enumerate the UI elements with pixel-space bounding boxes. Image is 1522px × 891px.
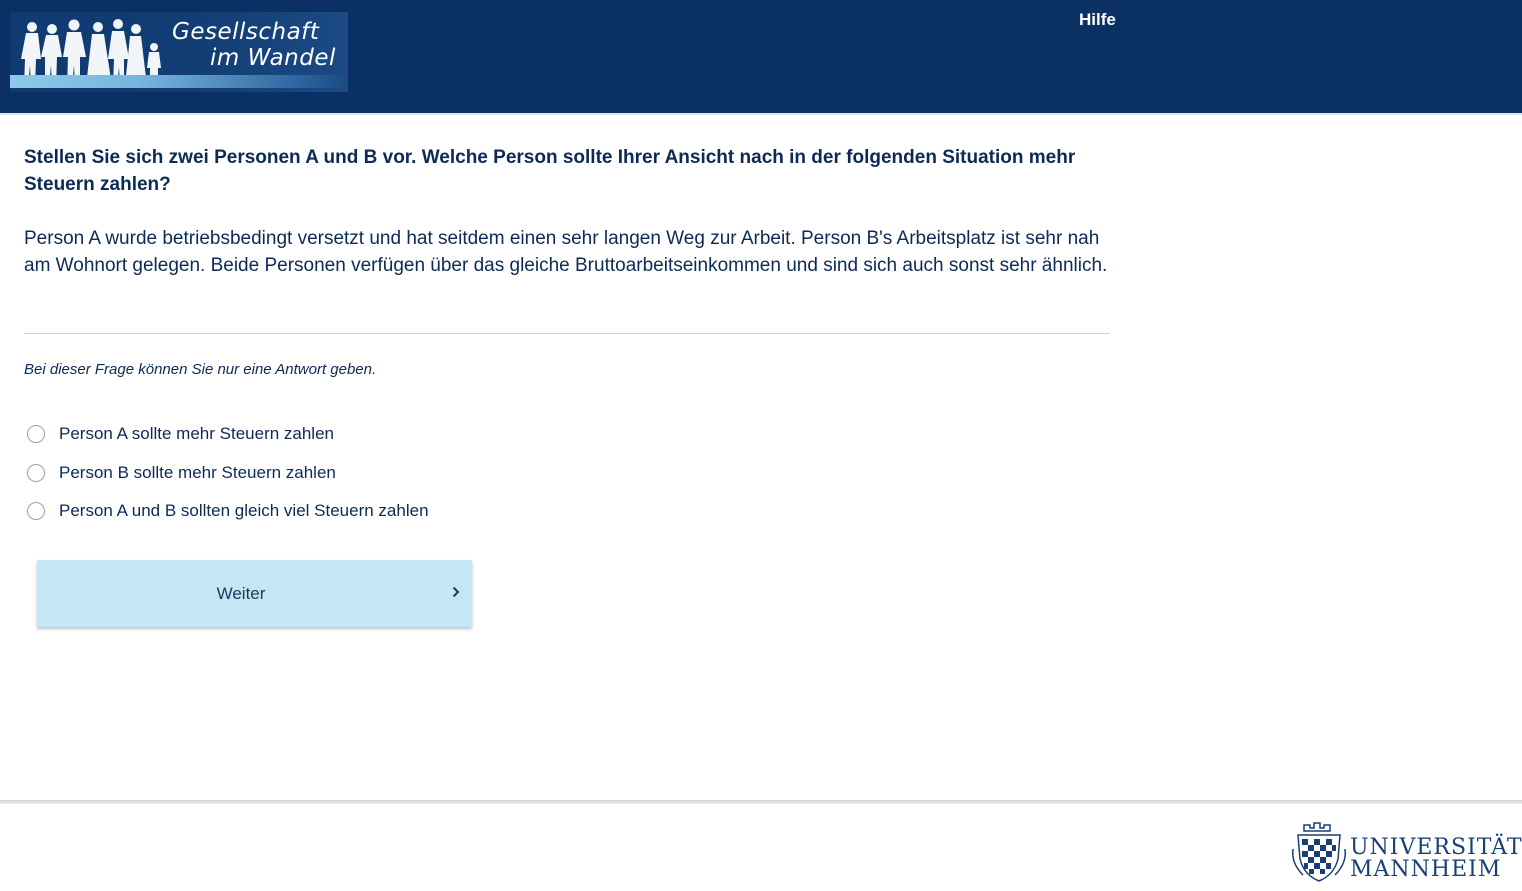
answer-option-equal[interactable]: Person A und B sollten gleich viel Steue…: [27, 497, 429, 525]
university-name-line2: MANNHEIM: [1350, 857, 1502, 882]
logo-accent-bar: [10, 75, 348, 88]
answer-option-label: Person A und B sollten gleich viel Steue…: [59, 501, 429, 520]
next-button[interactable]: Weiter: [37, 560, 472, 627]
gesellschaft-im-wandel-logo: Gesellschaft im Wandel: [10, 12, 348, 92]
radio-button[interactable]: [27, 425, 45, 443]
university-name-line1: UNIVERSITÄT: [1350, 835, 1522, 860]
radio-button[interactable]: [27, 502, 45, 520]
university-crest-icon: [1291, 822, 1347, 882]
answer-option-b[interactable]: Person B sollte mehr Steuern zahlen: [27, 459, 336, 487]
content-divider: [24, 333, 1110, 334]
question-text: Stellen Sie sich zwei Personen A und B v…: [24, 147, 1076, 195]
logo-text: Gesellschaft im Wandel: [172, 19, 336, 71]
logo-text-line2: im Wandel: [210, 45, 336, 71]
radio-button[interactable]: [27, 464, 45, 482]
logo-text-line1: Gesellschaft: [172, 19, 320, 45]
answer-hint: Bei dieser Frage können Sie nur eine Ant…: [24, 361, 377, 378]
answer-option-a[interactable]: Person A sollte mehr Steuern zahlen: [27, 420, 334, 448]
answer-option-label: Person B sollte mehr Steuern zahlen: [59, 463, 336, 482]
university-name: UNIVERSITÄT MANNHEIM: [1350, 837, 1522, 881]
header-divider: [0, 113, 1522, 115]
chevron-right-icon: [452, 586, 460, 598]
footer-divider: [0, 800, 1522, 804]
situation-text: Person A wurde betriebsbedingt versetzt …: [24, 228, 1108, 276]
help-link[interactable]: Hilfe: [1079, 10, 1116, 30]
header: Gesellschaft im Wandel Hilfe: [0, 0, 1522, 113]
answer-option-label: Person A sollte mehr Steuern zahlen: [59, 424, 334, 443]
next-button-label: Weiter: [216, 584, 266, 603]
